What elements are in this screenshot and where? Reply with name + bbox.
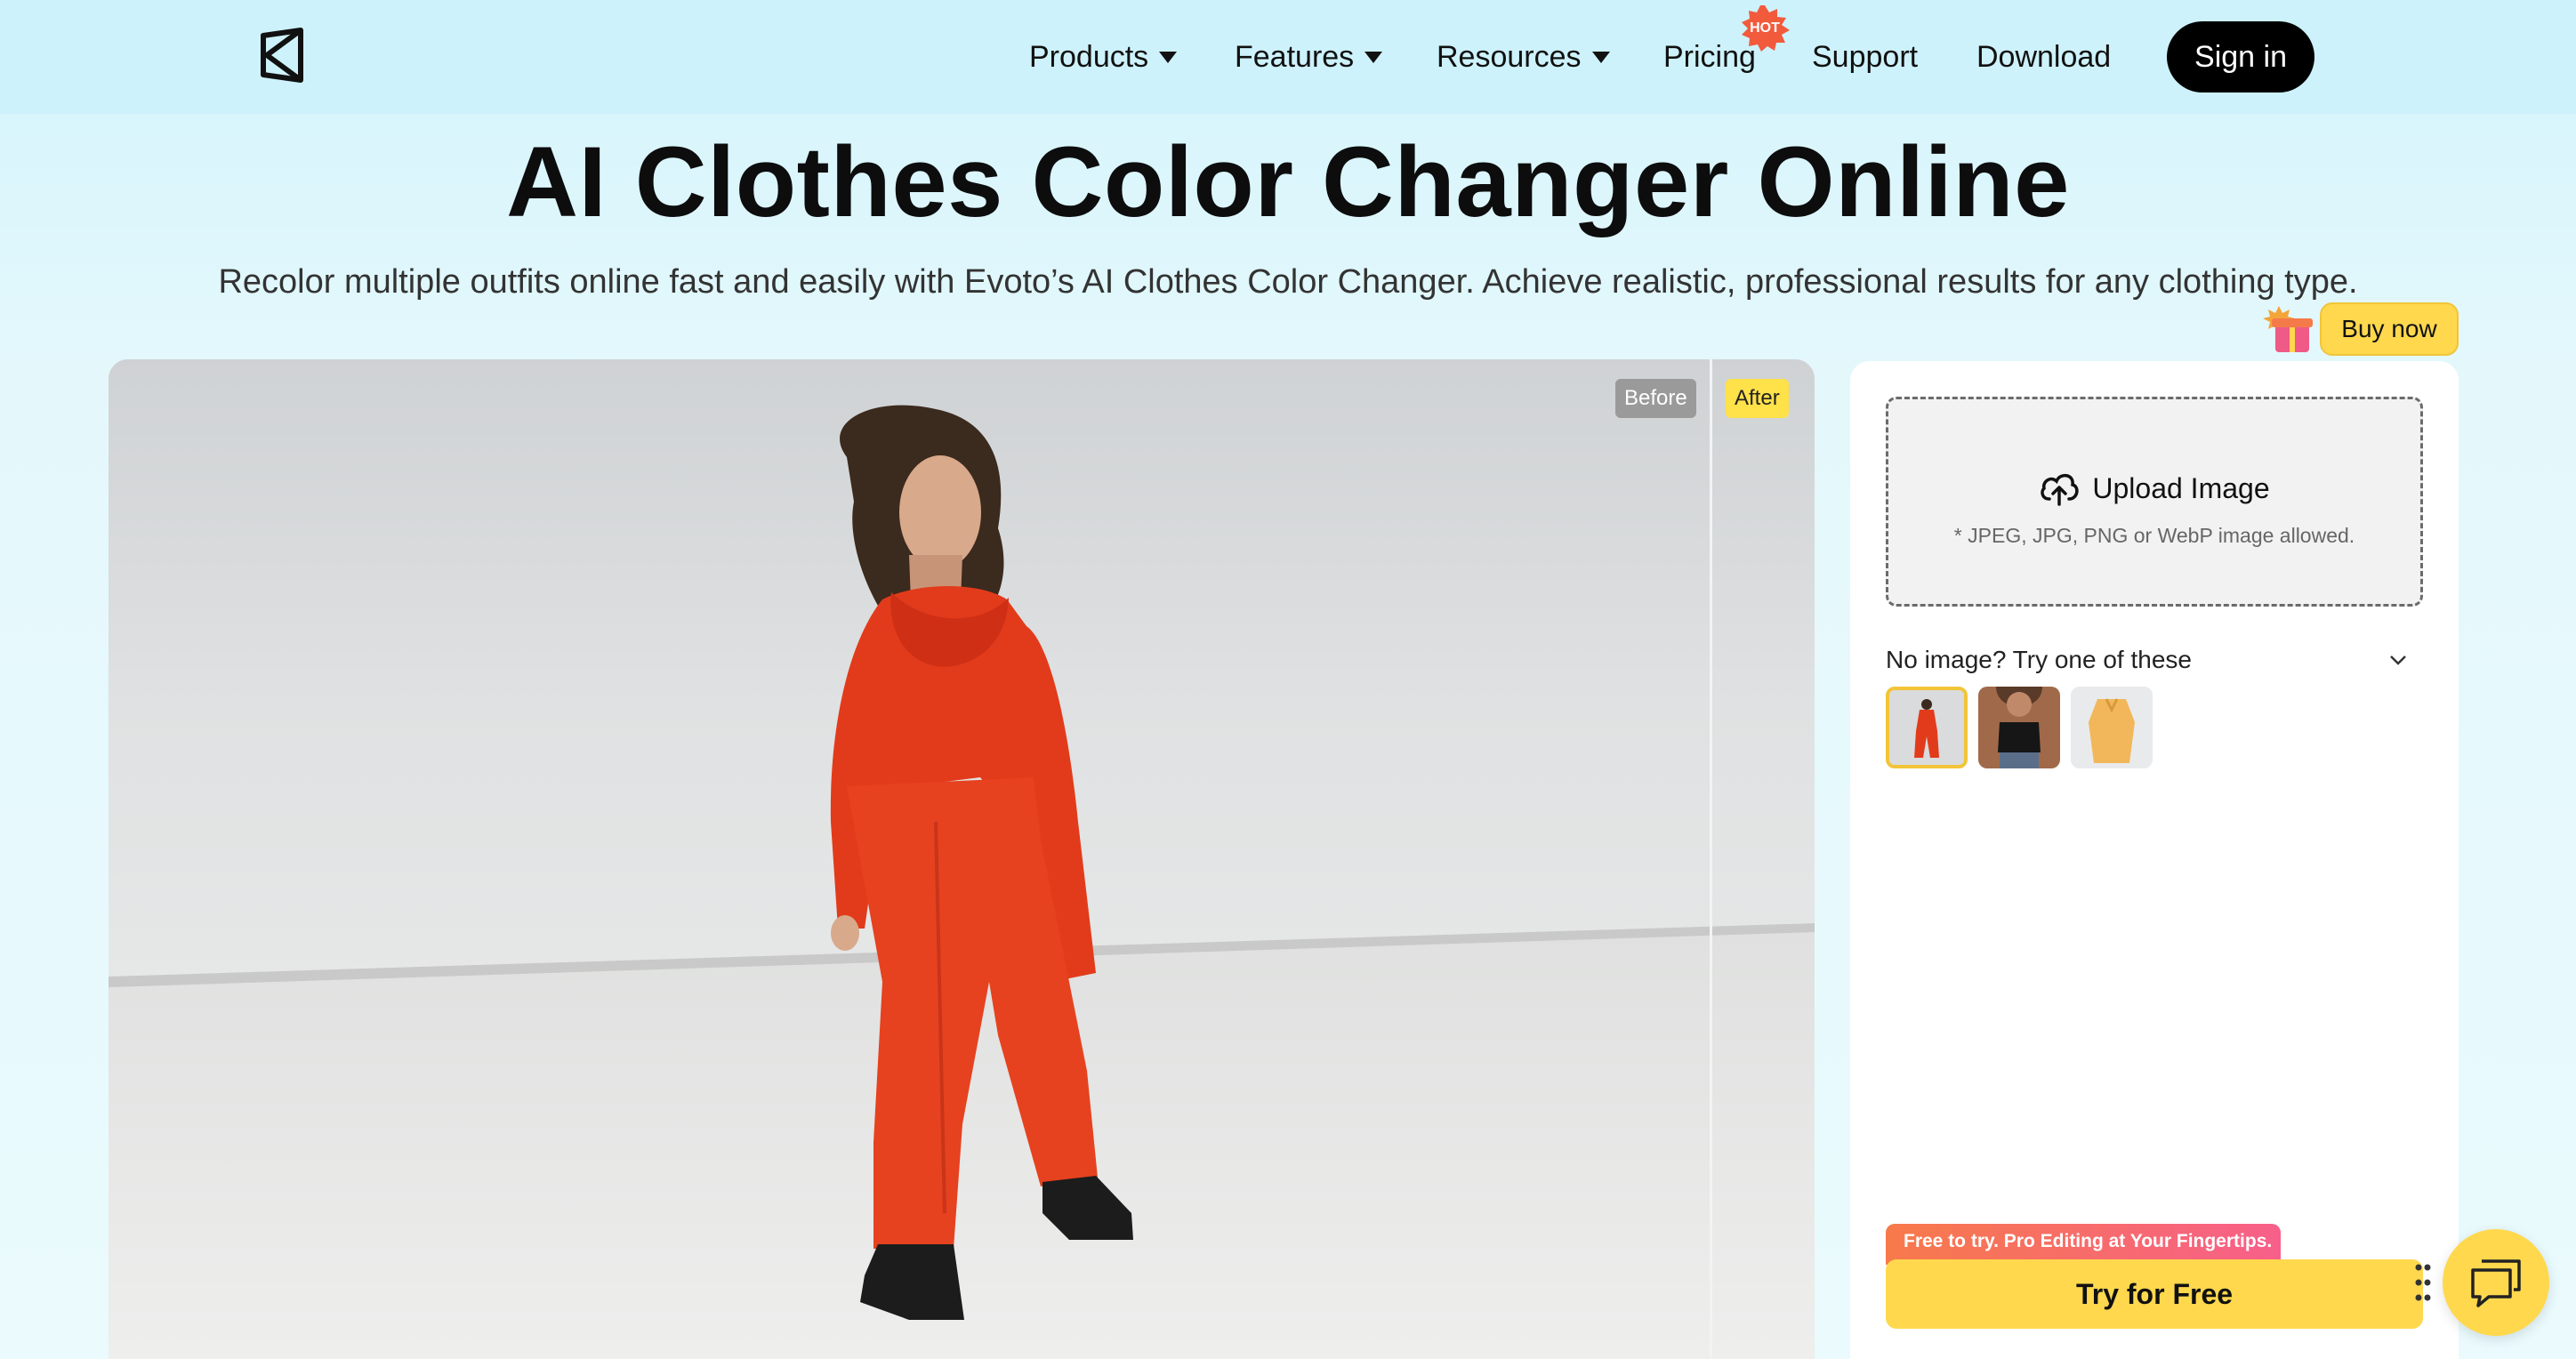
nav-products[interactable]: Products bbox=[1029, 37, 1178, 76]
editor-panel: Upload Image * JPEG, JPG, PNG or WebP im… bbox=[1850, 361, 2459, 1359]
nav-support-label: Support bbox=[1812, 40, 1919, 74]
sample-thumb-black-top[interactable] bbox=[1978, 687, 2060, 768]
nav-products-label: Products bbox=[1029, 40, 1149, 74]
before-after-preview[interactable]: Before After bbox=[109, 359, 1815, 1359]
page-title: AI Clothes Color Changer Online bbox=[506, 126, 2070, 237]
page-subtitle: Recolor multiple outfits online fast and… bbox=[218, 263, 2358, 301]
nav-features-label: Features bbox=[1235, 40, 1355, 74]
page: Products Features Resources Pricing HOT … bbox=[0, 0, 2576, 1359]
upload-row: Upload Image bbox=[1888, 470, 2420, 506]
comparison-divider-handle[interactable] bbox=[1710, 359, 1712, 1359]
chat-bubble-icon bbox=[2471, 1259, 2521, 1307]
caret-down-icon bbox=[1591, 51, 1610, 63]
caret-down-icon bbox=[1159, 51, 1178, 63]
nav-download[interactable]: Download bbox=[1976, 37, 2111, 76]
sample-images-heading: No image? Try one of these bbox=[1886, 646, 2192, 673]
after-tag: After bbox=[1726, 379, 1789, 418]
hot-badge: HOT bbox=[1740, 5, 1790, 52]
nav-support[interactable]: Support bbox=[1812, 37, 1918, 76]
chevron-down-icon bbox=[2390, 655, 2406, 665]
red-outfit-thumbnail bbox=[1889, 690, 1964, 765]
caret-down-icon bbox=[1364, 51, 1383, 63]
hot-badge-label: HOT bbox=[1750, 20, 1780, 36]
nav-resources-label: Resources bbox=[1437, 40, 1582, 74]
sample-thumb-red-outfit[interactable] bbox=[1886, 687, 1968, 768]
sample-thumb-yellow-shirt[interactable] bbox=[2071, 687, 2153, 768]
nav-resources[interactable]: Resources bbox=[1437, 37, 1610, 76]
sample-images-toggle[interactable]: No image? Try one of these bbox=[1886, 642, 2423, 678]
sign-in-button[interactable]: Sign in bbox=[2167, 21, 2314, 92]
black-top-thumbnail bbox=[1978, 687, 2060, 768]
upload-hint: * JPEG, JPG, PNG or WebP image allowed. bbox=[1953, 524, 2355, 547]
upload-label: Upload Image bbox=[2092, 472, 2270, 504]
before-tag: Before bbox=[1615, 379, 1696, 418]
yellow-shirt-thumbnail bbox=[2071, 687, 2153, 768]
evoto-logo-icon[interactable] bbox=[256, 27, 308, 84]
chat-support-button[interactable] bbox=[2443, 1229, 2549, 1336]
buy-now-button[interactable]: Buy now bbox=[2320, 302, 2459, 356]
try-for-free-button[interactable]: Try for Free bbox=[1886, 1259, 2423, 1329]
cloud-upload-icon bbox=[2041, 473, 2080, 506]
drag-handle-icon[interactable] bbox=[2414, 1263, 2432, 1302]
gift-box-icon bbox=[2263, 306, 2313, 352]
top-nav: Products Features Resources Pricing HOT … bbox=[0, 0, 2576, 114]
upload-dropzone[interactable]: Upload Image * JPEG, JPG, PNG or WebP im… bbox=[1886, 397, 2423, 607]
nav-download-label: Download bbox=[1976, 40, 2112, 74]
model-photo bbox=[109, 359, 1815, 1359]
nav-features[interactable]: Features bbox=[1235, 37, 1383, 76]
